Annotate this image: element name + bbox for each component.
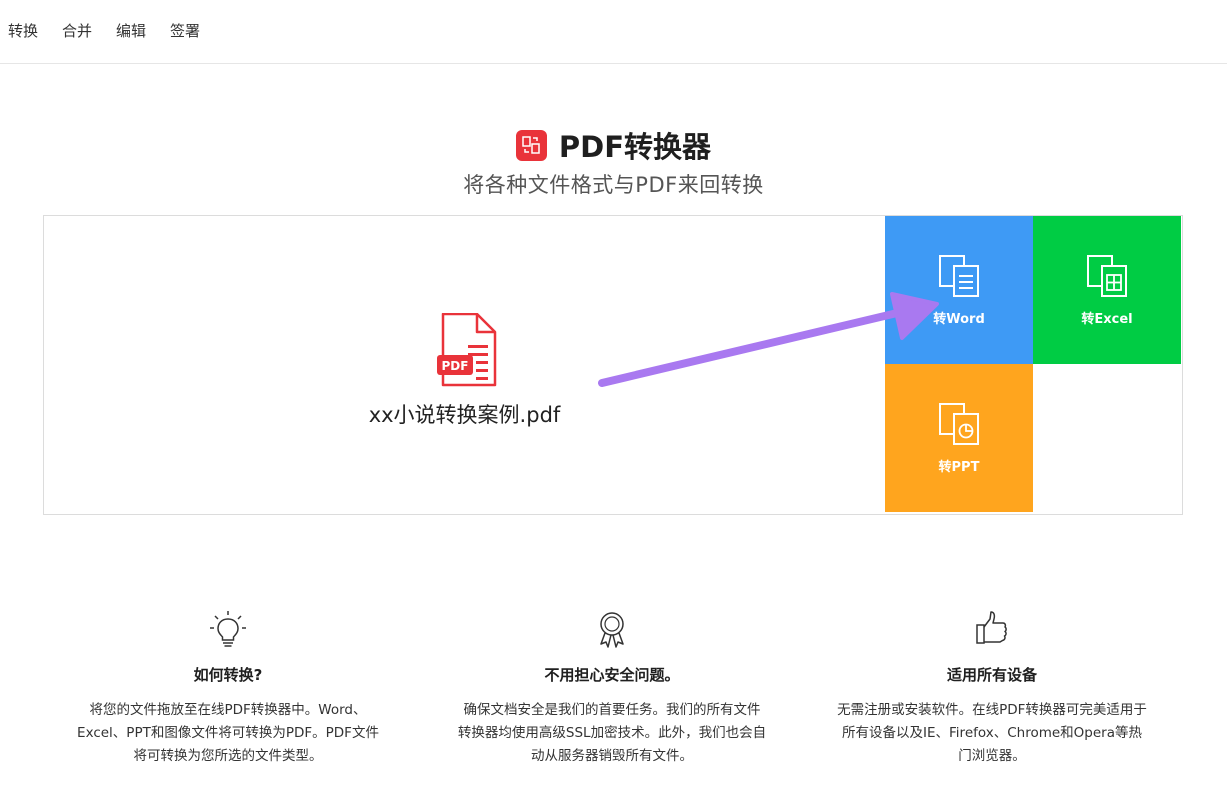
thumbs-up-icon <box>976 611 1007 644</box>
pdf-badge-label: PDF <box>442 359 469 373</box>
nav-item-merge[interactable]: 合并 <box>62 21 92 41</box>
file-drop-area[interactable]: PDF xx小说转换案例.pdf <box>44 216 885 514</box>
feature-all-devices: 适用所有设备 无需注册或安装软件。在线PDF转换器可完美适用于所有设备以及IE、… <box>837 610 1147 768</box>
award-ribbon-icon <box>600 612 624 648</box>
feature-title: 适用所有设备 <box>946 666 1037 684</box>
convert-to-word-label: 转Word <box>933 311 985 327</box>
features-section: 如何转换? 将您的文件拖放至在线PDF转换器中。Word、Excel、PPT和图… <box>0 610 1227 805</box>
convert-to-word-button[interactable]: 转Word <box>885 216 1033 364</box>
convert-to-excel-button[interactable]: 转Excel <box>1033 216 1181 364</box>
excel-sheet-icon <box>1087 254 1127 297</box>
convert-to-excel-label: 转Excel <box>1081 311 1133 327</box>
feature-security: 不用担心安全问题。 确保文档安全是我们的首要任务。我们的所有文件转换器均使用高级… <box>457 610 767 768</box>
lightbulb-icon <box>210 611 246 647</box>
page-title-text: PDF转换器 <box>558 130 712 164</box>
feature-text: 无需注册或安装软件。在线PDF转换器可完美适用于所有设备以及IE、Firefox… <box>837 702 1147 764</box>
converter-panel: PDF xx小说转换案例.pdf 转Word 转Excel 转PPT <box>43 215 1183 515</box>
convert-to-ppt-label: 转PPT <box>938 459 980 475</box>
feature-title: 如何转换? <box>193 666 263 684</box>
file-name: xx小说转换案例.pdf <box>368 403 561 427</box>
feature-how-to-convert: 如何转换? 将您的文件拖放至在线PDF转换器中。Word、Excel、PPT和图… <box>73 610 383 768</box>
convert-to-ppt-button[interactable]: 转PPT <box>885 364 1033 512</box>
feature-text: 将您的文件拖放至在线PDF转换器中。Word、Excel、PPT和图像文件将可转… <box>77 702 379 764</box>
feature-text: 确保文档安全是我们的首要任务。我们的所有文件转换器均使用高级SSL加密技术。此外… <box>457 702 767 764</box>
word-doc-icon <box>939 254 979 297</box>
hero-section: PDF转换器 将各种文件格式与PDF来回转换 <box>0 125 1227 199</box>
nav-item-convert[interactable]: 转换 <box>8 21 38 41</box>
feature-title: 不用担心安全问题。 <box>544 666 680 684</box>
pdf-file-icon: PDF <box>437 313 497 387</box>
nav-item-sign[interactable]: 签署 <box>170 21 200 41</box>
page-title: PDF转换器 <box>0 125 1227 165</box>
top-nav: 转换 合并 编辑 签署 <box>0 0 1227 64</box>
ppt-slide-icon <box>939 402 979 445</box>
nav-item-edit[interactable]: 编辑 <box>116 21 146 41</box>
page-subtitle: 将各种文件格式与PDF来回转换 <box>463 173 764 197</box>
convert-logo-icon <box>515 129 547 161</box>
